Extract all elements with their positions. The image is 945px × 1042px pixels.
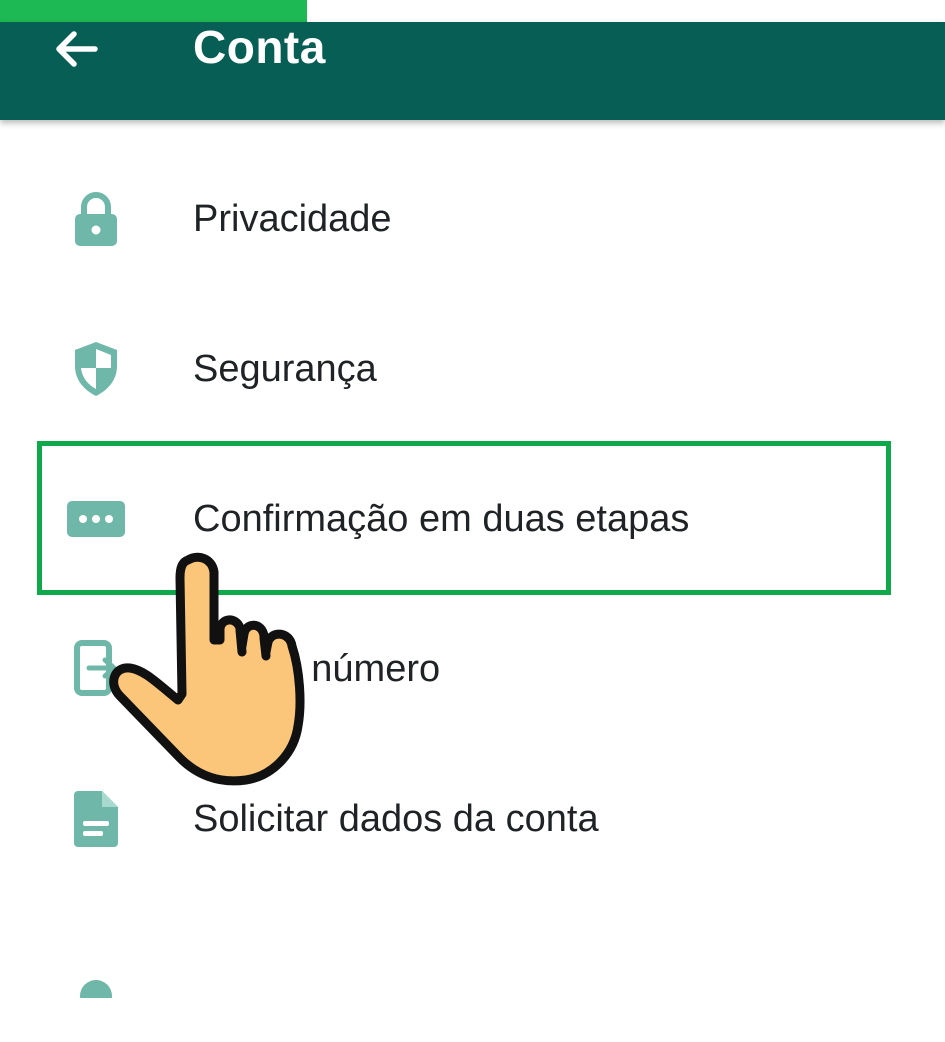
- app-bar: Conta: [0, 21, 945, 120]
- menu-item-partial[interactable]: [0, 892, 945, 1042]
- partial-icon: [66, 942, 126, 998]
- menu-item-privacy[interactable]: Privacidade: [0, 142, 945, 292]
- document-icon: [66, 791, 126, 847]
- arrow-left-icon: [56, 31, 98, 67]
- menu-item-request-info[interactable]: Solicitar dados da conta: [0, 742, 945, 892]
- shield-icon: [66, 342, 126, 396]
- menu-item-label: Segurança: [193, 348, 377, 390]
- menu-item-security[interactable]: Segurança: [0, 292, 945, 442]
- lock-icon: [66, 192, 126, 246]
- back-button[interactable]: [48, 24, 104, 74]
- dots-icon: [66, 492, 126, 546]
- menu-item-label: Solicitar dados da conta: [193, 798, 599, 840]
- menu-item-two-step[interactable]: Confirmação em duas etapas: [0, 442, 945, 592]
- menu-item-label: Confirmação em duas etapas: [193, 498, 690, 540]
- menu-item-label: Mudar número: [193, 648, 441, 690]
- menu-item-label: Privacidade: [193, 198, 392, 240]
- progress-track: [0, 0, 945, 22]
- progress-bar-fill: [0, 0, 308, 22]
- change-number-icon: [66, 640, 126, 696]
- page-title: Conta: [193, 21, 326, 73]
- menu-item-change-number[interactable]: Mudar número: [0, 592, 945, 742]
